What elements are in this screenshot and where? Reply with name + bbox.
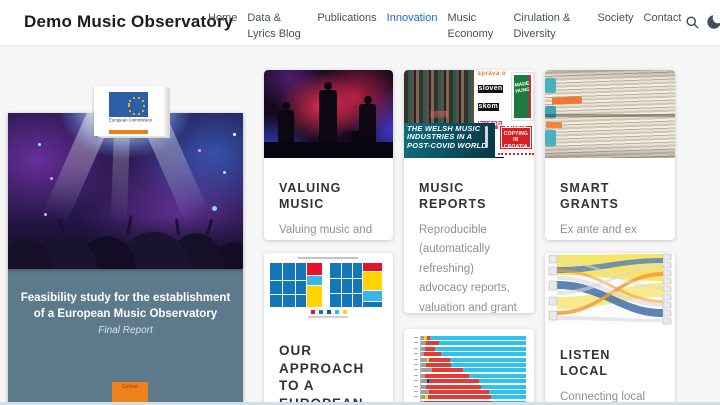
bar-chart-row [421, 347, 526, 351]
nav-item-home[interactable]: Home [208, 11, 237, 27]
bar-chart-row [421, 395, 526, 399]
cover-subtitle: Final Report [8, 325, 243, 336]
treemap-caption-placeholder [308, 316, 348, 318]
card-title: LISTEN LOCAL [560, 347, 660, 380]
nav-item-contact[interactable]: Contact [644, 11, 682, 27]
top-navigation-bar: Demo Music Observatory Home Data & Lyric… [0, 0, 720, 46]
bar-chart-row [421, 374, 526, 378]
cover-title: Feasibility study for the establishment … [18, 291, 233, 322]
hungary-cover-text: MADE IN HUNGARY [514, 79, 534, 94]
treemap-legend [264, 310, 393, 314]
ec-logo-text: European Commission [109, 119, 152, 124]
welsh-music-banner: THE WELSH MUSIC INDUSTRIES IN A POST-COV… [404, 123, 495, 158]
card-our-approach[interactable]: OUR APPROACH TO A EUROPEAN MUSIC OBSERVA… [264, 253, 393, 405]
main-nav: Home Data & Lyrics Blog Publications Inn… [208, 11, 681, 43]
croatia-label-cover: PRIVATE COPYING IN CROATIA [498, 125, 534, 155]
eu-flag-icon [109, 92, 148, 117]
croatia-label-text: PRIVATE COPYING IN CROATIA [502, 124, 531, 150]
site-title[interactable]: Demo Music Observatory [24, 12, 233, 32]
card-description: Reproducible (automatically refreshing) … [419, 221, 519, 314]
card-music-reports[interactable]: 2015 správa o sloven skom hudob nom prie… [404, 70, 534, 313]
spines-year-label: 2015 [430, 111, 448, 118]
bar-chart-row [421, 341, 526, 345]
card-description: Valuing music and projecting royalty flo… [279, 221, 378, 241]
nav-item-publications[interactable]: Publications [317, 11, 376, 27]
nav-item-innovation[interactable]: Innovation [387, 11, 438, 27]
card-smart-grants[interactable]: SMART GRANTS Ex ante and ex post grant e… [545, 70, 675, 240]
slovak-chip: sloven [478, 85, 504, 93]
bar-chart-image: 0% 25% 50% 75% 100% [404, 329, 534, 405]
bar-chart-row [421, 390, 526, 394]
card-title: VALUING MUSIC [279, 180, 378, 213]
card-title: MUSIC REPORTS [419, 180, 519, 213]
card-listen-local[interactable]: LISTEN LOCAL Connecting local bands with… [545, 253, 675, 405]
bar-chart-row [421, 352, 526, 356]
cover-title-panel: Feasibility study for the establishment … [8, 269, 243, 405]
feasibility-report-cover[interactable]: European Commission Feasibility study fo… [8, 86, 243, 405]
card-bar-chart[interactable]: 0% 25% 50% 75% 100% [404, 329, 534, 405]
welsh-banner-text: THE WELSH MUSIC INDUSTRIES IN A POST-COV… [407, 125, 492, 150]
bar-chart-row [421, 363, 526, 367]
microphone-icon [485, 126, 488, 148]
bar-chart-plot [420, 336, 526, 405]
card-description: Ex ante and ex post grant evaluation [560, 221, 660, 241]
treemap-chart-image [264, 253, 393, 320]
slovak-report-cover: správa o sloven skom hudob nom priemy sl… [476, 70, 512, 123]
bar-chart-row [421, 358, 526, 362]
nav-item-cirulation-diversity[interactable]: Cirulation & Diversity [513, 11, 577, 43]
nav-item-data-lyrics-blog[interactable]: Data & Lyrics Blog [247, 11, 307, 43]
card-title: OUR APPROACH TO A EUROPEAN MUSIC OBSERVA… [279, 342, 378, 405]
ec-logo-paper-stack: European Commission [94, 86, 164, 136]
dark-mode-moon-icon[interactable] [705, 13, 720, 28]
valuing-music-image [264, 70, 393, 158]
sankey-chart-image [545, 253, 675, 325]
bar-chart-row [421, 368, 526, 372]
smart-grants-binders-image [545, 70, 675, 158]
treemap-title-placeholder [298, 257, 358, 259]
bar-chart-row [421, 385, 526, 389]
nav-item-music-economy[interactable]: Music Economy [447, 11, 497, 43]
concert-crowd-photo [8, 113, 243, 269]
bar-chart-row [421, 336, 526, 340]
music-reports-collage-image: 2015 správa o sloven skom hudob nom prie… [404, 70, 534, 158]
hungary-green-cover: MADE IN HUNGARY [512, 73, 533, 121]
bar-chart-row [421, 379, 526, 383]
nav-item-society[interactable]: Society [597, 11, 633, 27]
ec-logo-orange-bar [109, 130, 148, 134]
card-valuing-music[interactable]: VALUING MUSIC Valuing music and projecti… [264, 70, 393, 240]
book-spines-cover: 2015 [404, 70, 474, 123]
slovak-title-top: správa o [478, 71, 510, 77]
slovak-chip: skom [478, 103, 500, 111]
search-icon[interactable] [685, 15, 700, 30]
card-title: SMART GRANTS [560, 180, 660, 213]
